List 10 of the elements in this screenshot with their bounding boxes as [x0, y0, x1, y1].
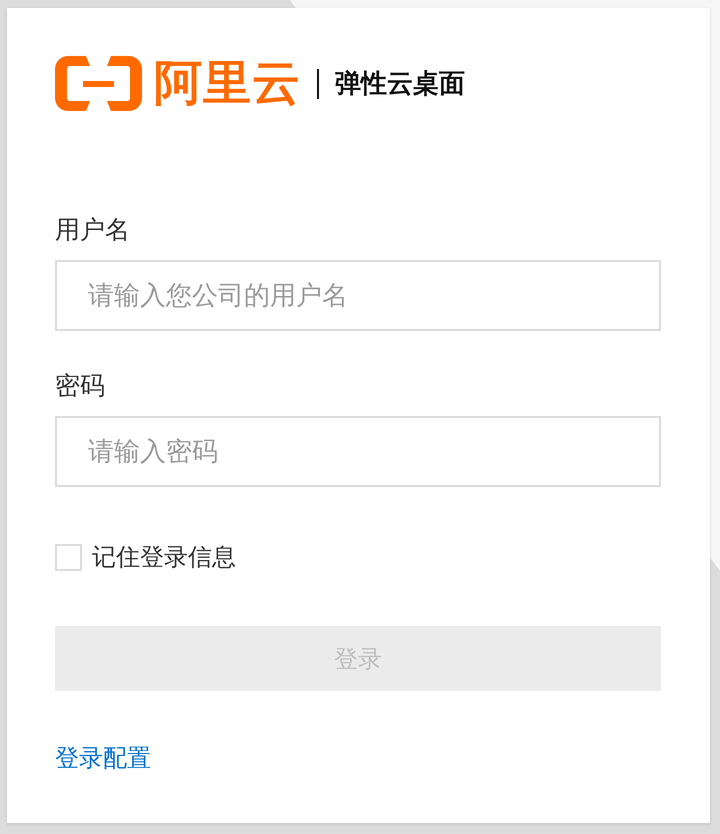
brand-name: 阿里云: [154, 56, 301, 111]
remember-checkbox[interactable]: [55, 544, 82, 570]
product-name: 弹性云桌面: [335, 68, 465, 100]
field-label: 用户名: [55, 215, 130, 245]
input-field[interactable]: 请输入密码: [55, 416, 661, 487]
logo-icon: [55, 56, 142, 111]
remember-label: 记住登录信息: [92, 542, 236, 572]
field-label: 密码: [55, 371, 105, 401]
login-config-link[interactable]: 登录配置: [55, 744, 151, 772]
input-field[interactable]: 请输入您公司的用户名: [55, 260, 661, 331]
